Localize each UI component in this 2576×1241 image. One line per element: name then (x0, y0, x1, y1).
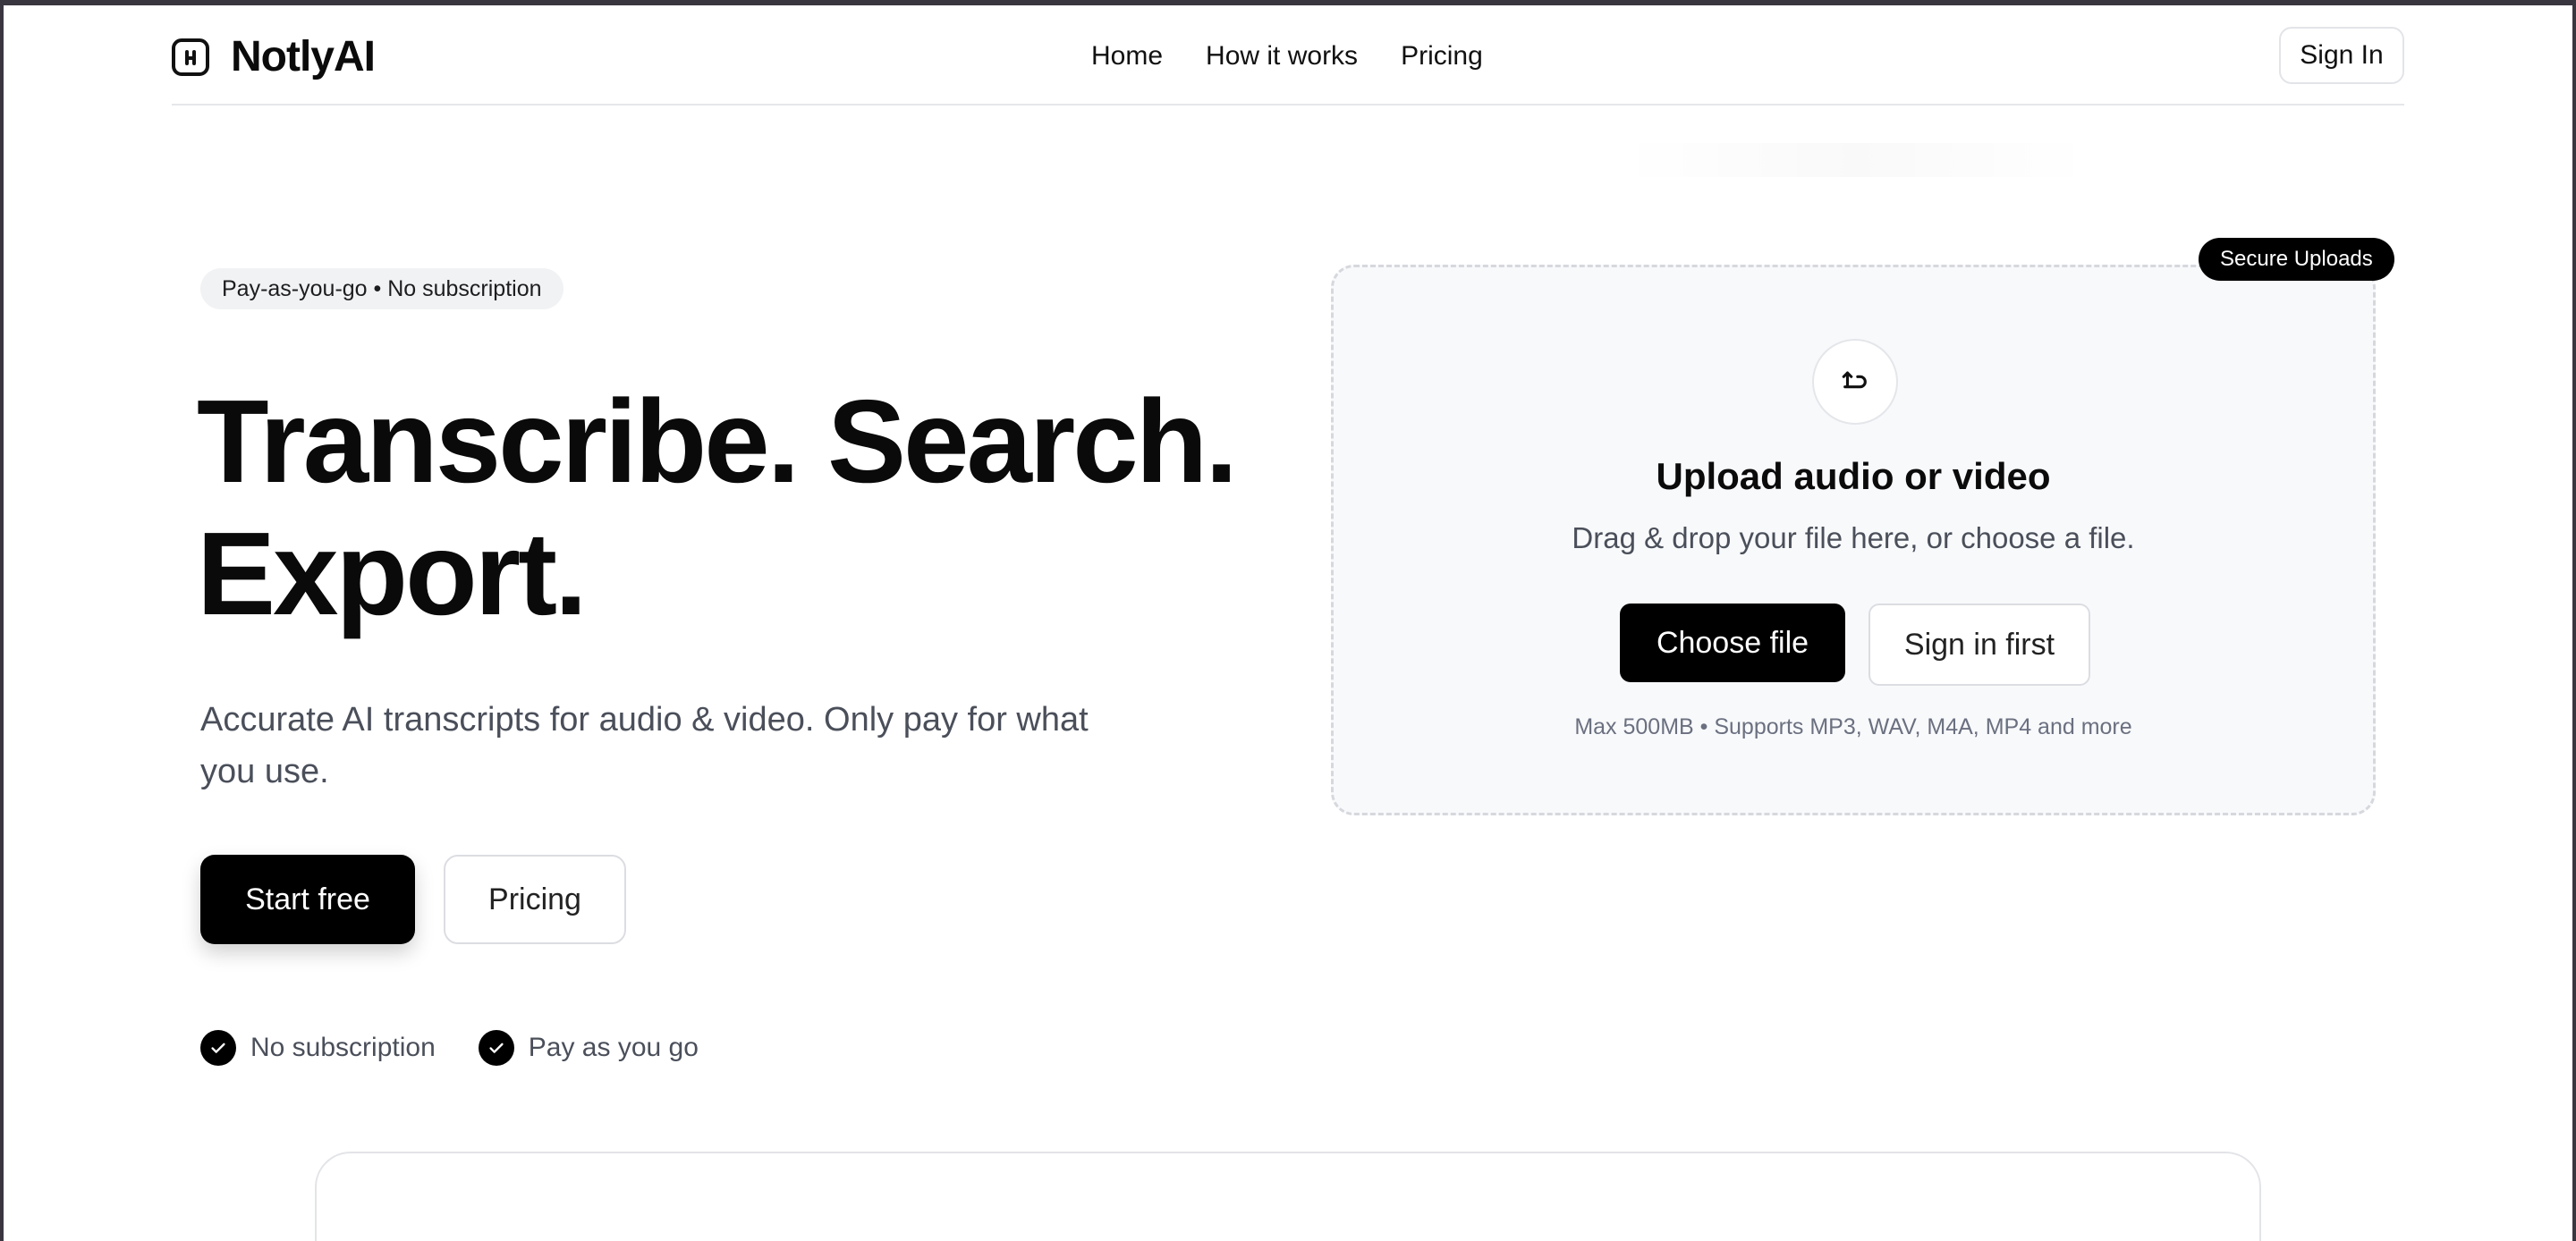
choose-file-button[interactable]: Choose file (1620, 604, 1845, 682)
check-item-pay-as-you-go: Pay as you go (478, 1030, 699, 1066)
check-icon (478, 1030, 514, 1066)
upload-limits-note: Max 500MB • Supports MP3, WAV, M4A, MP4 … (1574, 714, 2132, 739)
pricing-pill: Pay-as-you-go • No subscription (200, 268, 564, 309)
nav-links: Home How it works Pricing (1091, 41, 1483, 72)
upload-subtitle: Drag & drop your file here, or choose a … (1572, 521, 2135, 554)
brand-name: NotlyAI (231, 33, 376, 80)
window-right-edge (2572, 0, 2576, 1241)
window-left-edge (0, 0, 4, 1241)
check-item-no-subscription: No subscription (200, 1030, 436, 1066)
pricing-button[interactable]: Pricing (444, 855, 626, 944)
secure-uploads-badge: Secure Uploads (2199, 238, 2394, 281)
hero-headline: Transcribe. Search. Export. (197, 376, 1270, 640)
hero-subhead: Accurate AI transcripts for audio & vide… (200, 701, 1089, 790)
upload-dropzone[interactable]: Upload audio or video Drag & drop your f… (1331, 265, 2376, 815)
feature-checks: No subscription Pay as you go (200, 1030, 699, 1066)
nav-link-how-it-works[interactable]: How it works (1206, 41, 1358, 72)
upload-title: Upload audio or video (1656, 455, 2051, 497)
sign-in-first-button[interactable]: Sign in first (1868, 604, 2090, 686)
start-free-button[interactable]: Start free (200, 855, 415, 944)
top-navigation: NotlyAI Home How it works Pricing Sign I… (172, 5, 2404, 106)
below-fold-card (315, 1152, 2261, 1241)
check-label: Pay as you go (528, 1033, 699, 1062)
nav-link-pricing[interactable]: Pricing (1401, 41, 1483, 72)
nav-link-home[interactable]: Home (1091, 41, 1163, 72)
sign-in-button[interactable]: Sign In (2279, 27, 2404, 84)
upload-actions: Choose file Sign in first (1620, 604, 2090, 686)
check-icon (200, 1030, 236, 1066)
check-label: No subscription (250, 1033, 436, 1062)
headline-line-2: Export. (197, 508, 588, 639)
decorative-glow (1619, 143, 2093, 177)
brand-logo[interactable]: NotlyAI (172, 32, 376, 81)
upload-icon (1812, 339, 1898, 425)
hero-cta-row: Start free Pricing (200, 855, 626, 944)
headline-line-1: Transcribe. Search. (197, 376, 1238, 507)
logo-icon (172, 38, 209, 76)
